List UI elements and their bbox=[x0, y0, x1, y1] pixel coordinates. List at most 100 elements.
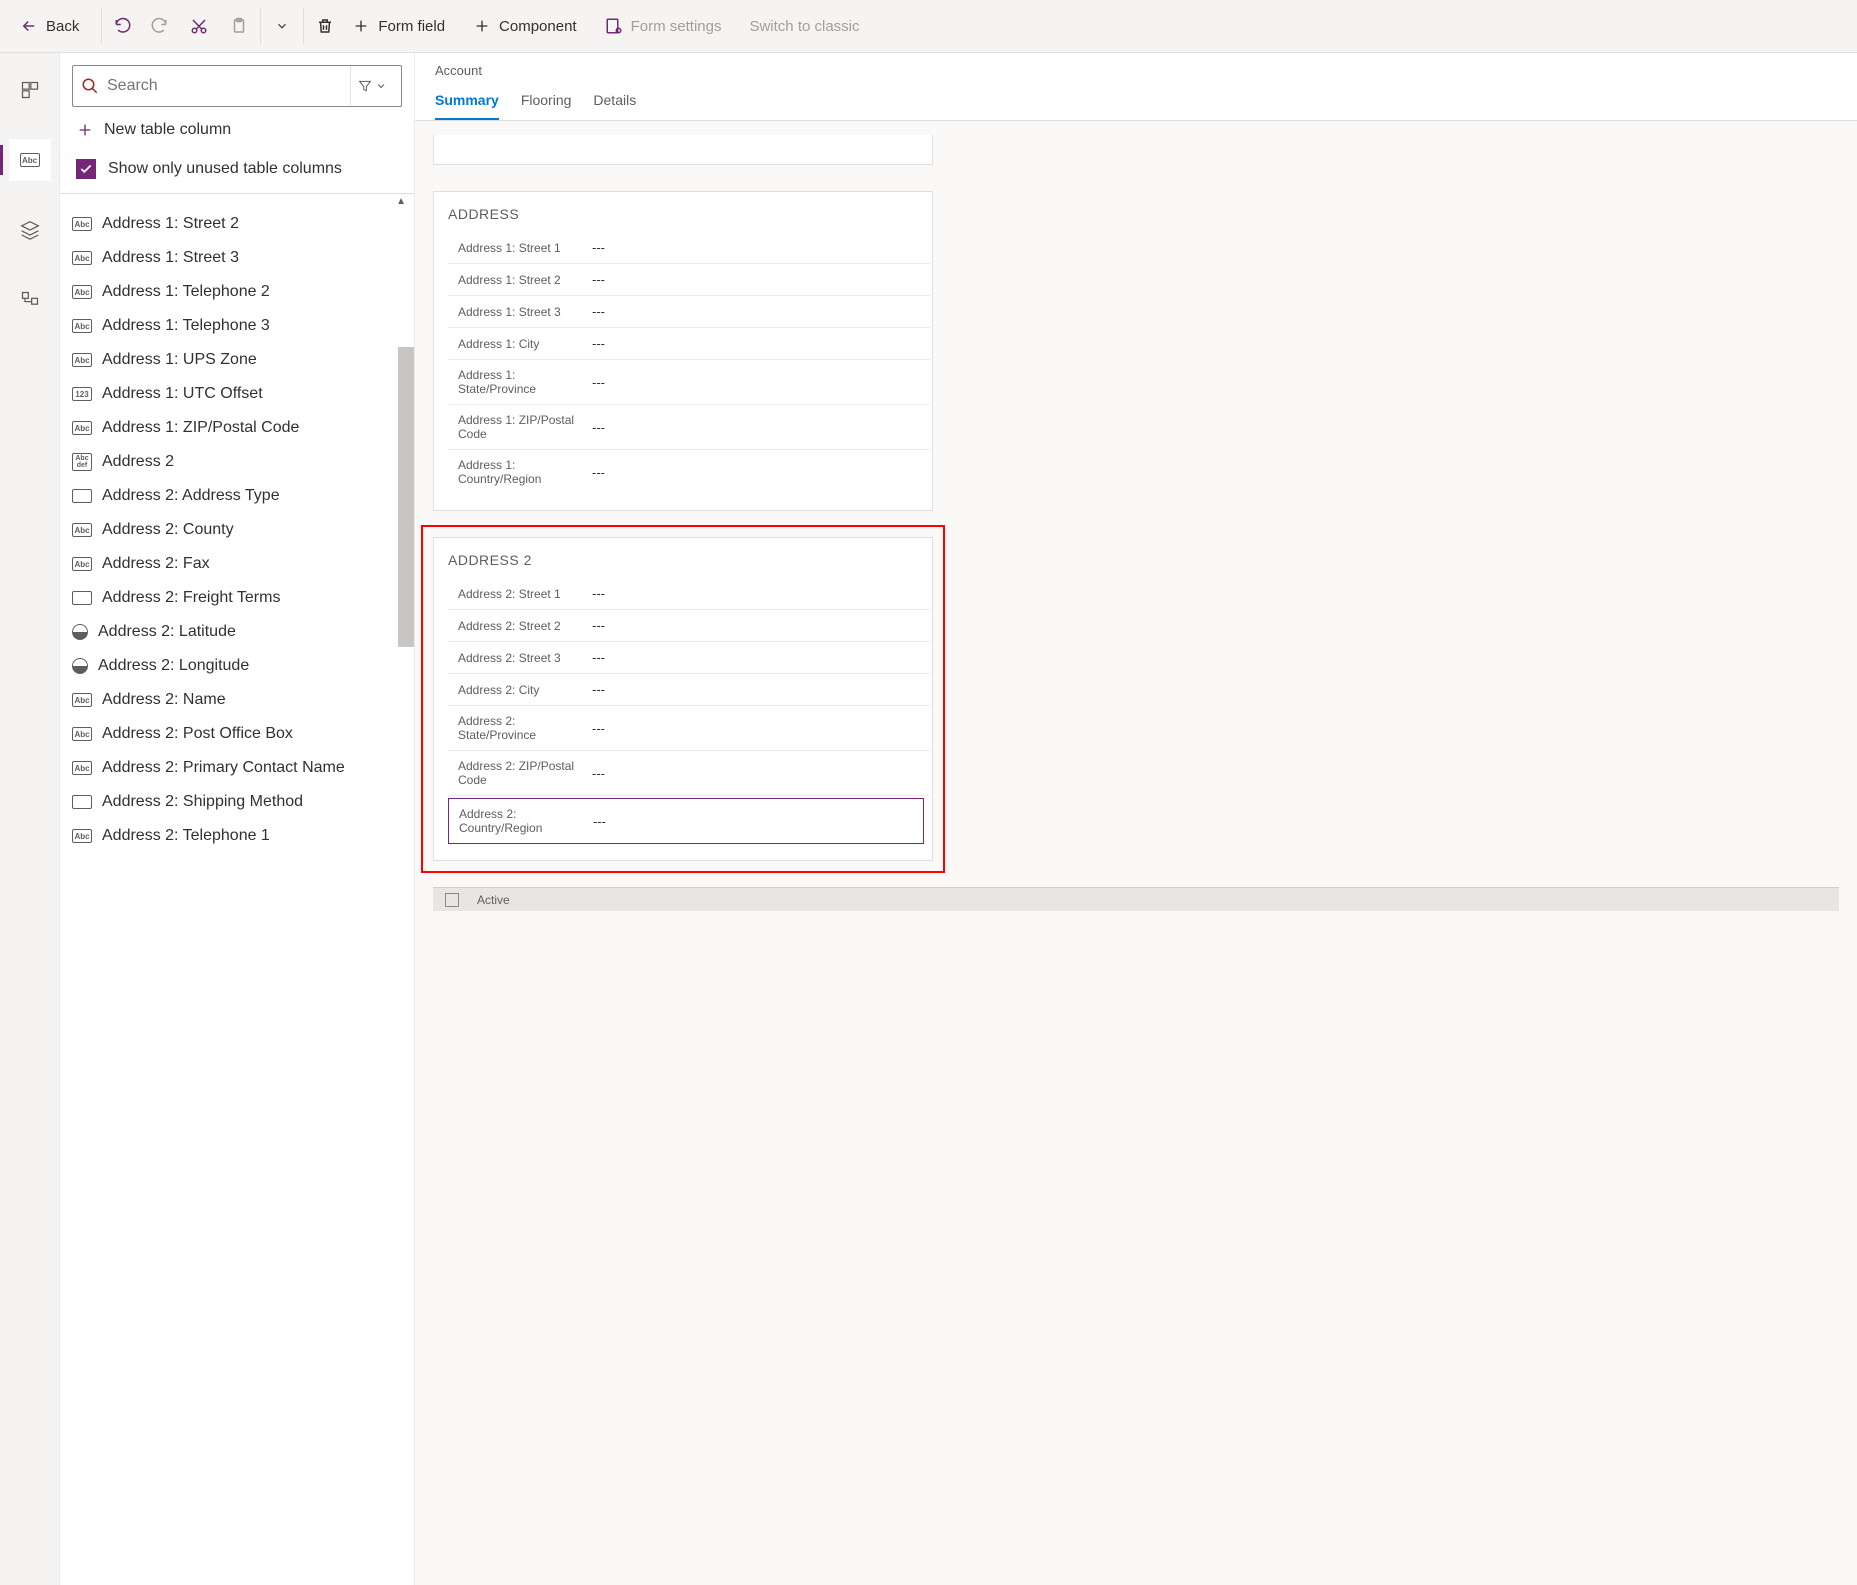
field-label: Address 2: ZIP/Postal Code bbox=[452, 759, 592, 787]
search-icon bbox=[81, 77, 99, 95]
tab-summary[interactable]: Summary bbox=[435, 86, 499, 120]
column-item[interactable]: 123 Address 1: UTC Offset bbox=[60, 377, 414, 411]
form-field-row[interactable]: Address 2: Street 3--- bbox=[448, 642, 930, 674]
column-label: Address 1: Street 3 bbox=[102, 249, 239, 267]
form-field-row[interactable]: Address 2: Street 1--- bbox=[448, 578, 930, 610]
chevron-down-icon[interactable] bbox=[273, 17, 291, 35]
form-settings-button[interactable]: Form settings bbox=[595, 11, 732, 41]
back-button[interactable]: Back bbox=[10, 11, 89, 41]
column-label: Address 2: Primary Contact Name bbox=[102, 759, 345, 777]
switch-classic-button[interactable]: Switch to classic bbox=[739, 12, 869, 41]
form-field-row[interactable]: Address 1: Street 2--- bbox=[448, 264, 930, 296]
field-label: Address 1: Street 1 bbox=[452, 241, 592, 255]
column-item[interactable]: AbcdefAddress 2 bbox=[60, 445, 414, 479]
form-field-row[interactable]: Address 1: Street 1--- bbox=[448, 232, 930, 264]
status-bar: Active bbox=[433, 887, 1839, 911]
column-item[interactable]: AbcAddress 1: Street 2 bbox=[60, 207, 414, 241]
column-item[interactable]: AbcAddress 2: Post Office Box bbox=[60, 717, 414, 751]
left-rail: Abc bbox=[0, 53, 60, 1585]
form-field-row[interactable]: Address 2: ZIP/Postal Code--- bbox=[448, 751, 930, 796]
column-item[interactable]: AbcAddress 1: Telephone 3 bbox=[60, 309, 414, 343]
form-settings-label: Form settings bbox=[631, 18, 722, 35]
column-label: Address 2: Telephone 1 bbox=[102, 827, 270, 845]
column-item[interactable]: AbcAddress 2: Name bbox=[60, 683, 414, 717]
form-field-row[interactable]: Address 1: ZIP/Postal Code--- bbox=[448, 405, 930, 450]
field-value: --- bbox=[592, 586, 605, 601]
rail-components-icon[interactable] bbox=[9, 69, 51, 111]
column-label: Address 1: UPS Zone bbox=[102, 351, 257, 369]
field-value: --- bbox=[592, 721, 605, 736]
column-item[interactable]: AbcAddress 1: UPS Zone bbox=[60, 343, 414, 377]
text-icon: Abc bbox=[72, 285, 92, 299]
form-field-row[interactable]: Address 2: Street 2--- bbox=[448, 610, 930, 642]
column-item[interactable]: AbcAddress 2: Primary Contact Name bbox=[60, 751, 414, 785]
plus-icon bbox=[352, 17, 370, 35]
canvas-body[interactable]: ADDRESSAddress 1: Street 1---Address 1: … bbox=[415, 121, 1857, 1585]
section-placeholder[interactable] bbox=[433, 135, 933, 165]
rail-layers-icon[interactable] bbox=[9, 209, 51, 251]
show-unused-toggle[interactable]: Show only unused table columns bbox=[72, 153, 402, 193]
column-item[interactable]: Address 2: Longitude bbox=[60, 649, 414, 683]
column-item[interactable]: Address 2: Address Type bbox=[60, 479, 414, 513]
filter-button[interactable] bbox=[350, 66, 393, 106]
column-label: Address 2: Address Type bbox=[102, 487, 280, 505]
delete-icon[interactable] bbox=[316, 17, 334, 35]
multiline-icon: Abcdef bbox=[72, 453, 92, 471]
cut-icon[interactable] bbox=[190, 17, 208, 35]
column-list: AbcAddress 1: Street 2AbcAddress 1: Stre… bbox=[60, 207, 414, 1585]
scrollbar-thumb[interactable] bbox=[398, 347, 414, 647]
field-value: --- bbox=[592, 766, 605, 781]
column-item[interactable]: AbcAddress 1: ZIP/Postal Code bbox=[60, 411, 414, 445]
form-field-row[interactable]: Address 1: Country/Region--- bbox=[448, 450, 930, 494]
form-field-row[interactable]: Address 2: Country/Region--- bbox=[448, 798, 924, 844]
redo-icon[interactable] bbox=[150, 17, 168, 35]
tab-flooring[interactable]: Flooring bbox=[521, 86, 572, 120]
add-form-field-button[interactable]: Form field bbox=[342, 11, 455, 41]
form-section[interactable]: ADDRESSAddress 1: Street 1---Address 1: … bbox=[433, 191, 933, 511]
form-field-row[interactable]: Address 2: State/Province--- bbox=[448, 706, 930, 751]
new-table-column-button[interactable]: New table column bbox=[72, 107, 402, 153]
field-label: Address 2: Street 1 bbox=[452, 587, 592, 601]
form-field-row[interactable]: Address 1: State/Province--- bbox=[448, 360, 930, 405]
column-label: Address 1: ZIP/Postal Code bbox=[102, 419, 299, 437]
form-field-row[interactable]: Address 1: City--- bbox=[448, 328, 930, 360]
section-title: ADDRESS bbox=[448, 202, 930, 232]
column-item[interactable]: AbcAddress 2: Telephone 1 bbox=[60, 819, 414, 853]
field-value: --- bbox=[592, 272, 605, 287]
scroll-up-arrow[interactable]: ▲ bbox=[60, 194, 414, 207]
back-label: Back bbox=[46, 18, 79, 35]
tab-details[interactable]: Details bbox=[593, 86, 636, 120]
column-item[interactable]: AbcAddress 1: Street 3 bbox=[60, 241, 414, 275]
column-item[interactable]: AbcAddress 1: Telephone 2 bbox=[60, 275, 414, 309]
field-label: Address 1: State/Province bbox=[452, 368, 592, 396]
expand-icon[interactable] bbox=[445, 893, 459, 907]
column-item[interactable]: AbcAddress 2: County bbox=[60, 513, 414, 547]
form-field-row[interactable]: Address 1: Street 3--- bbox=[448, 296, 930, 328]
form-section[interactable]: ADDRESS 2Address 2: Street 1---Address 2… bbox=[433, 537, 933, 861]
form-field-row[interactable]: Address 2: City--- bbox=[448, 674, 930, 706]
paste-icon[interactable] bbox=[230, 17, 248, 35]
field-label: Address 2: Street 3 bbox=[452, 651, 592, 665]
float-icon bbox=[72, 658, 88, 674]
column-item[interactable]: AbcAddress 2: Fax bbox=[60, 547, 414, 581]
rail-tree-icon[interactable] bbox=[9, 279, 51, 321]
column-item[interactable]: Address 2: Freight Terms bbox=[60, 581, 414, 615]
add-component-button[interactable]: Component bbox=[463, 11, 587, 41]
undo-icon[interactable] bbox=[114, 17, 132, 35]
column-label: Address 2: Latitude bbox=[98, 623, 236, 641]
column-item[interactable]: Address 2: Shipping Method bbox=[60, 785, 414, 819]
column-item[interactable]: Address 2: Latitude bbox=[60, 615, 414, 649]
separator bbox=[303, 8, 304, 44]
column-label: Address 2: Shipping Method bbox=[102, 793, 303, 811]
field-value: --- bbox=[592, 336, 605, 351]
number-icon: 123 bbox=[72, 387, 92, 401]
status-label: Active bbox=[477, 893, 510, 907]
column-label: Address 1: UTC Offset bbox=[102, 385, 263, 403]
rail-columns-icon[interactable]: Abc bbox=[9, 139, 51, 181]
column-label: Address 2: Freight Terms bbox=[102, 589, 280, 607]
column-label: Address 2: Longitude bbox=[98, 657, 249, 675]
field-label: Address 2: City bbox=[452, 683, 592, 697]
field-value: --- bbox=[592, 240, 605, 255]
separator bbox=[101, 8, 102, 44]
search-input[interactable] bbox=[107, 77, 342, 95]
